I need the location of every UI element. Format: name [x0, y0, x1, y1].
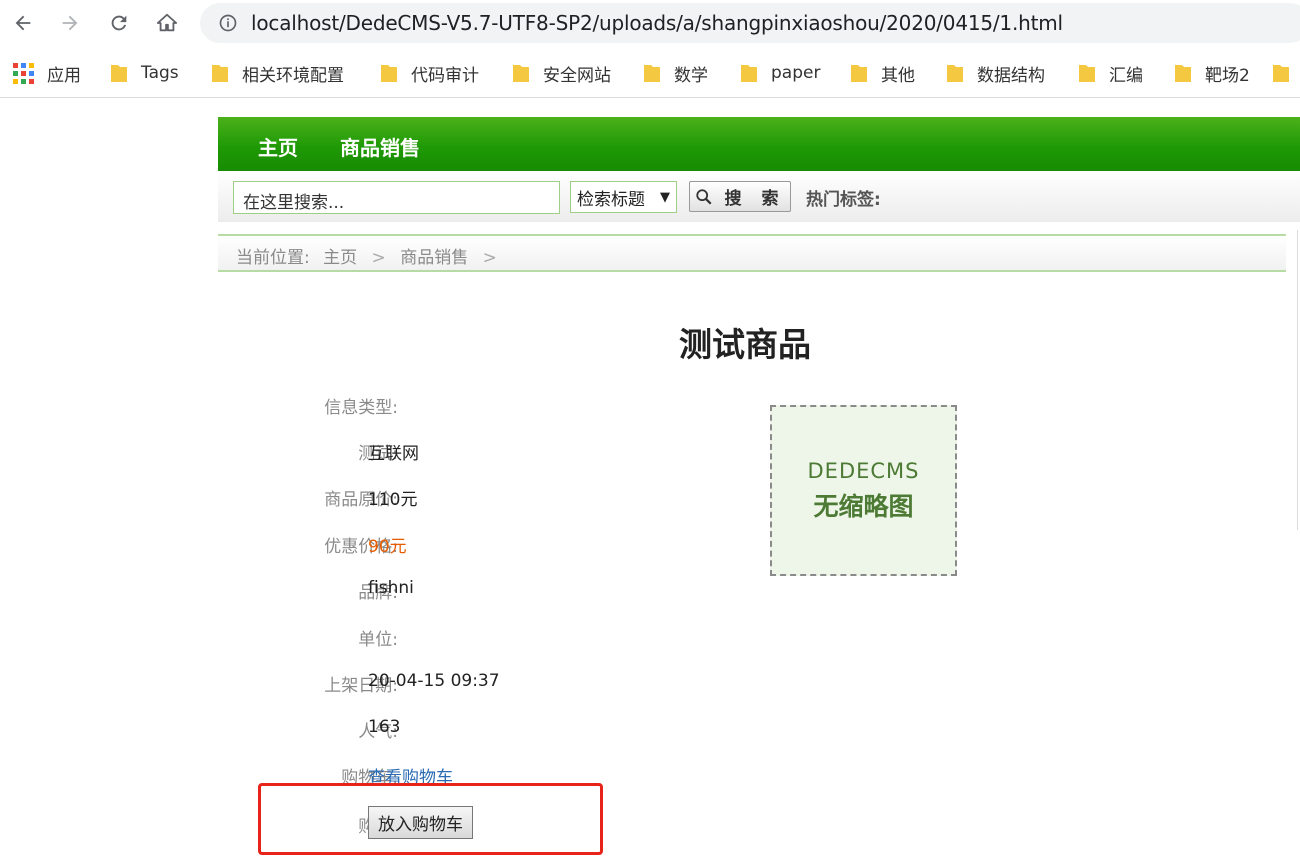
- arrow-right-icon: [62, 15, 78, 31]
- folder-icon: [1079, 65, 1095, 82]
- breadcrumb: 当前位置: 主页 > 商品销售 >: [218, 234, 1286, 272]
- bookmark-apps[interactable]: 应用: [12, 60, 81, 86]
- bookmark-label: 其他: [881, 65, 915, 86]
- browser-toolbar: localhost/DedeCMS-V5.7-UTF8-SP2/uploads/…: [0, 0, 1300, 48]
- folder-icon: [741, 65, 757, 82]
- bookmark-label: 安全网站: [543, 65, 611, 86]
- field-popularity: 人气: 163: [240, 717, 640, 743]
- breadcrumb-separator: >: [482, 248, 497, 268]
- dropdown-arrow-icon: ▼: [660, 189, 670, 205]
- bookmark-label: 汇编: [1109, 65, 1143, 86]
- site-nav-bar: 主页 商品销售: [218, 117, 1300, 171]
- folder-icon: [644, 65, 660, 82]
- bookmark-data-structures[interactable]: 数据结构: [946, 60, 1045, 86]
- bookmark-code-audit[interactable]: 代码审计: [380, 60, 479, 86]
- field-label: 单位:: [358, 630, 398, 650]
- field-list-date: 上架日期: 20-04-15 09:37: [240, 671, 640, 697]
- folder-icon: [381, 65, 397, 82]
- folder-icon: [1175, 65, 1191, 82]
- folder-icon: [212, 65, 228, 82]
- no-thumbnail-placeholder: DEDECMS 无缩略图: [770, 405, 957, 576]
- field-discount-price: 优惠价格: 90元: [240, 532, 640, 558]
- search-type-value: 检索标题: [577, 189, 645, 210]
- folder-icon: [111, 65, 127, 82]
- arrow-left-icon: [15, 15, 31, 31]
- bookmark-env-config[interactable]: 相关环境配置: [211, 60, 344, 86]
- hot-tags-label: 热门标签:: [806, 190, 881, 210]
- home-icon: [156, 13, 178, 32]
- breadcrumb-separator: >: [371, 248, 386, 268]
- field-unit: 单位:: [240, 625, 640, 651]
- bookmark-range2[interactable]: 靶场2: [1174, 60, 1250, 86]
- discount-price-value: 90元: [368, 537, 407, 557]
- field-value: 110元: [368, 490, 418, 510]
- bookmark-overflow[interactable]: [1272, 60, 1300, 86]
- folder-icon: [513, 65, 529, 82]
- bookmark-label: Tags: [141, 63, 179, 83]
- field-value: 163: [368, 717, 401, 737]
- bookmark-other[interactable]: 其他: [850, 60, 915, 86]
- breadcrumb-product-sales[interactable]: 商品销售: [400, 248, 468, 268]
- breadcrumb-home[interactable]: 主页: [323, 248, 357, 268]
- bookmark-label: 相关环境配置: [242, 65, 344, 86]
- bookmark-label: 数学: [674, 65, 708, 86]
- thumbnail-line1: DEDECMS: [807, 458, 920, 483]
- forward-button[interactable]: [55, 8, 85, 38]
- product-title: 测试商品: [679, 325, 811, 364]
- red-highlight-annotation: [258, 783, 603, 855]
- bookmark-security-sites[interactable]: 安全网站: [512, 60, 611, 86]
- bookmark-label: 应用: [47, 65, 81, 86]
- folder-icon: [947, 65, 963, 82]
- bookmark-label: 靶场2: [1205, 65, 1250, 86]
- bookmark-tags[interactable]: Tags: [110, 60, 179, 86]
- bookmark-paper[interactable]: paper: [740, 60, 820, 86]
- field-label: 信息类型:: [324, 398, 398, 418]
- field-test: 测试: 互联网: [240, 439, 640, 465]
- search-button-label: 搜 索: [724, 189, 786, 209]
- search-button[interactable]: 搜 索: [689, 181, 791, 212]
- folder-icon: [851, 65, 867, 82]
- back-button[interactable]: [8, 8, 38, 38]
- thumbnail-line2: 无缩略图: [813, 491, 914, 521]
- field-original-price: 商品原价: 110元: [240, 485, 640, 511]
- search-input[interactable]: 在这里搜索...: [233, 181, 560, 214]
- folder-icon: [1273, 65, 1289, 82]
- search-strip: 在这里搜索... 检索标题 ▼ 搜 索 热门标签:: [218, 171, 1300, 222]
- nav-home[interactable]: 主页: [258, 132, 298, 161]
- url-text: localhost/DedeCMS-V5.7-UTF8-SP2/uploads/…: [251, 11, 1063, 35]
- field-brand: 品牌: fishni: [240, 578, 640, 604]
- search-type-select[interactable]: 检索标题 ▼: [570, 181, 677, 213]
- reload-button[interactable]: [104, 8, 134, 38]
- bookmark-label: 代码审计: [411, 65, 479, 86]
- bookmarks-bar: 应用 Tags 相关环境配置 代码审计 安全网站 数学 paper 其他 数据结…: [0, 48, 1300, 98]
- field-value: 互联网: [368, 444, 419, 464]
- nav-product-sales[interactable]: 商品销售: [340, 132, 420, 161]
- bookmark-label: paper: [771, 63, 821, 83]
- home-button[interactable]: [152, 8, 182, 38]
- field-value: fishni: [368, 578, 414, 598]
- magnifier-icon: [695, 188, 712, 205]
- bookmark-assembly[interactable]: 汇编: [1078, 60, 1143, 86]
- reload-icon: [111, 15, 127, 31]
- apps-icon: [12, 62, 34, 84]
- field-info-type: 信息类型:: [240, 393, 640, 419]
- address-bar[interactable]: localhost/DedeCMS-V5.7-UTF8-SP2/uploads/…: [200, 3, 1300, 43]
- breadcrumb-prefix: 当前位置:: [236, 248, 310, 268]
- bookmark-label: 数据结构: [977, 65, 1045, 86]
- field-value: 20-04-15 09:37: [368, 671, 500, 691]
- info-icon[interactable]: [218, 13, 238, 33]
- bookmark-math[interactable]: 数学: [643, 60, 708, 86]
